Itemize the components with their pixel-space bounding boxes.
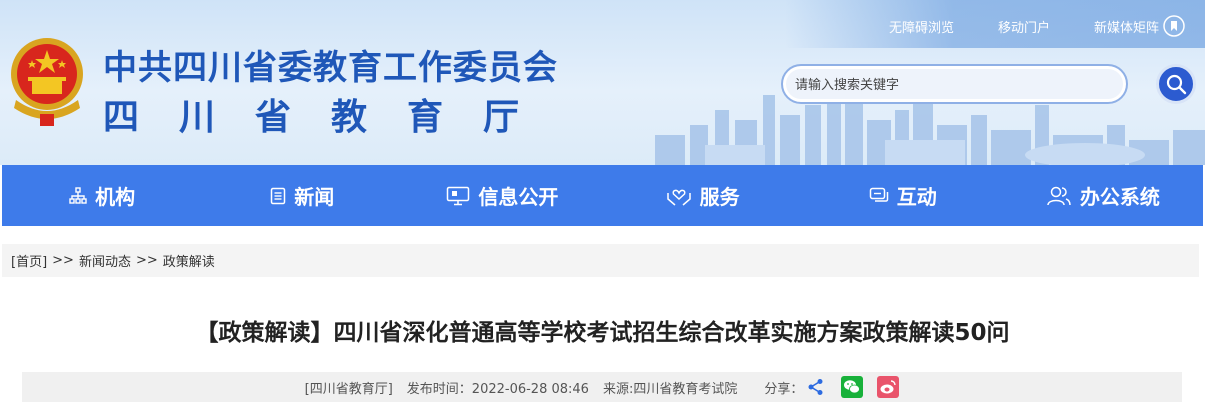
share-label: 分享： bbox=[764, 381, 804, 397]
org-title-primary: 中共四川省委教育工作委员会 bbox=[103, 48, 558, 88]
nav-item-organization[interactable]: 机构 bbox=[2, 165, 202, 226]
users-icon bbox=[1047, 186, 1071, 205]
nav-label-organization: 机构 bbox=[95, 185, 136, 209]
search-icon bbox=[1166, 74, 1187, 95]
national-emblem-icon bbox=[11, 38, 83, 126]
article-title: 【政策解读】四川省深化普通高等学校考试招生综合改革实施方案政策解读50问 bbox=[195, 320, 1010, 346]
nav-label-services: 服务 bbox=[699, 185, 740, 209]
monitor-icon bbox=[447, 186, 470, 205]
page: 中共四川省委教育工作委员会 四川省教育厅 无障碍浏览 移动门户 新媒体矩阵 请输… bbox=[0, 0, 1205, 402]
source-tag: [四川省教育厅] bbox=[304, 381, 393, 397]
breadcrumb-news[interactable]: 新闻动态 bbox=[79, 251, 131, 270]
share-icon bbox=[808, 379, 823, 395]
nav-item-interaction[interactable]: 互动 bbox=[803, 165, 1003, 226]
accessibility-link[interactable]: 无障碍浏览 bbox=[889, 17, 954, 36]
nav-item-info-disclosure[interactable]: 信息公开 bbox=[402, 165, 602, 226]
search-input[interactable] bbox=[795, 74, 1115, 96]
site-header: 中共四川省委教育工作委员会 四川省教育厅 无障碍浏览 移动门户 新媒体矩阵 bbox=[0, 0, 1205, 165]
weibo-icon bbox=[880, 380, 897, 394]
top-links: 无障碍浏览 移动门户 新媒体矩阵 bbox=[845, 15, 1185, 37]
chat-icon bbox=[869, 187, 889, 202]
new-media-matrix-label: 新媒体矩阵 bbox=[1093, 20, 1159, 36]
nav-label-news: 新闻 bbox=[294, 185, 335, 209]
article-meta: [四川省教育厅] 发布时间：2022-06-28 08:46 来源:四川省教育考… bbox=[22, 372, 1182, 402]
org-chart-icon bbox=[69, 186, 87, 204]
breadcrumb-policy[interactable]: 政策解读 bbox=[163, 251, 215, 270]
org-title-secondary: 四川省教育厅 bbox=[103, 97, 560, 138]
search-box bbox=[781, 64, 1128, 104]
mobile-portal-link[interactable]: 移动门户 bbox=[998, 17, 1050, 36]
search-button[interactable] bbox=[1156, 64, 1196, 104]
share-wechat-button[interactable] bbox=[841, 376, 864, 398]
wechat-icon bbox=[844, 380, 861, 394]
share-weibo-button[interactable] bbox=[877, 376, 900, 398]
breadcrumb-separator: >> bbox=[135, 253, 158, 268]
nav-label-info-disclosure: 信息公开 bbox=[478, 185, 559, 209]
nav-item-office-system[interactable]: 办公系统 bbox=[1003, 165, 1203, 226]
main-nav: 机构 新闻 信息公开 服务 互动 办公系统 bbox=[2, 165, 1203, 226]
nav-label-office-system: 办公系统 bbox=[1079, 185, 1160, 209]
breadcrumb-separator: >> bbox=[52, 253, 74, 268]
breadcrumb: [首页] >> 新闻动态 >> 政策解读 bbox=[2, 244, 1199, 277]
phone-icon bbox=[1163, 15, 1185, 37]
hands-heart-icon bbox=[666, 189, 691, 206]
new-media-matrix-link[interactable]: 新媒体矩阵 bbox=[1094, 15, 1185, 37]
publish-time: 发布时间：2022-06-28 08:46 bbox=[406, 381, 589, 397]
breadcrumb-home[interactable]: [首页] bbox=[11, 251, 47, 270]
document-icon bbox=[271, 187, 286, 204]
nav-item-services[interactable]: 服务 bbox=[603, 165, 803, 226]
nav-item-news[interactable]: 新闻 bbox=[202, 165, 402, 226]
article-origin: 来源:四川省教育考试院 bbox=[602, 381, 738, 397]
nav-label-interaction: 互动 bbox=[896, 185, 937, 209]
share-button[interactable] bbox=[805, 376, 827, 398]
